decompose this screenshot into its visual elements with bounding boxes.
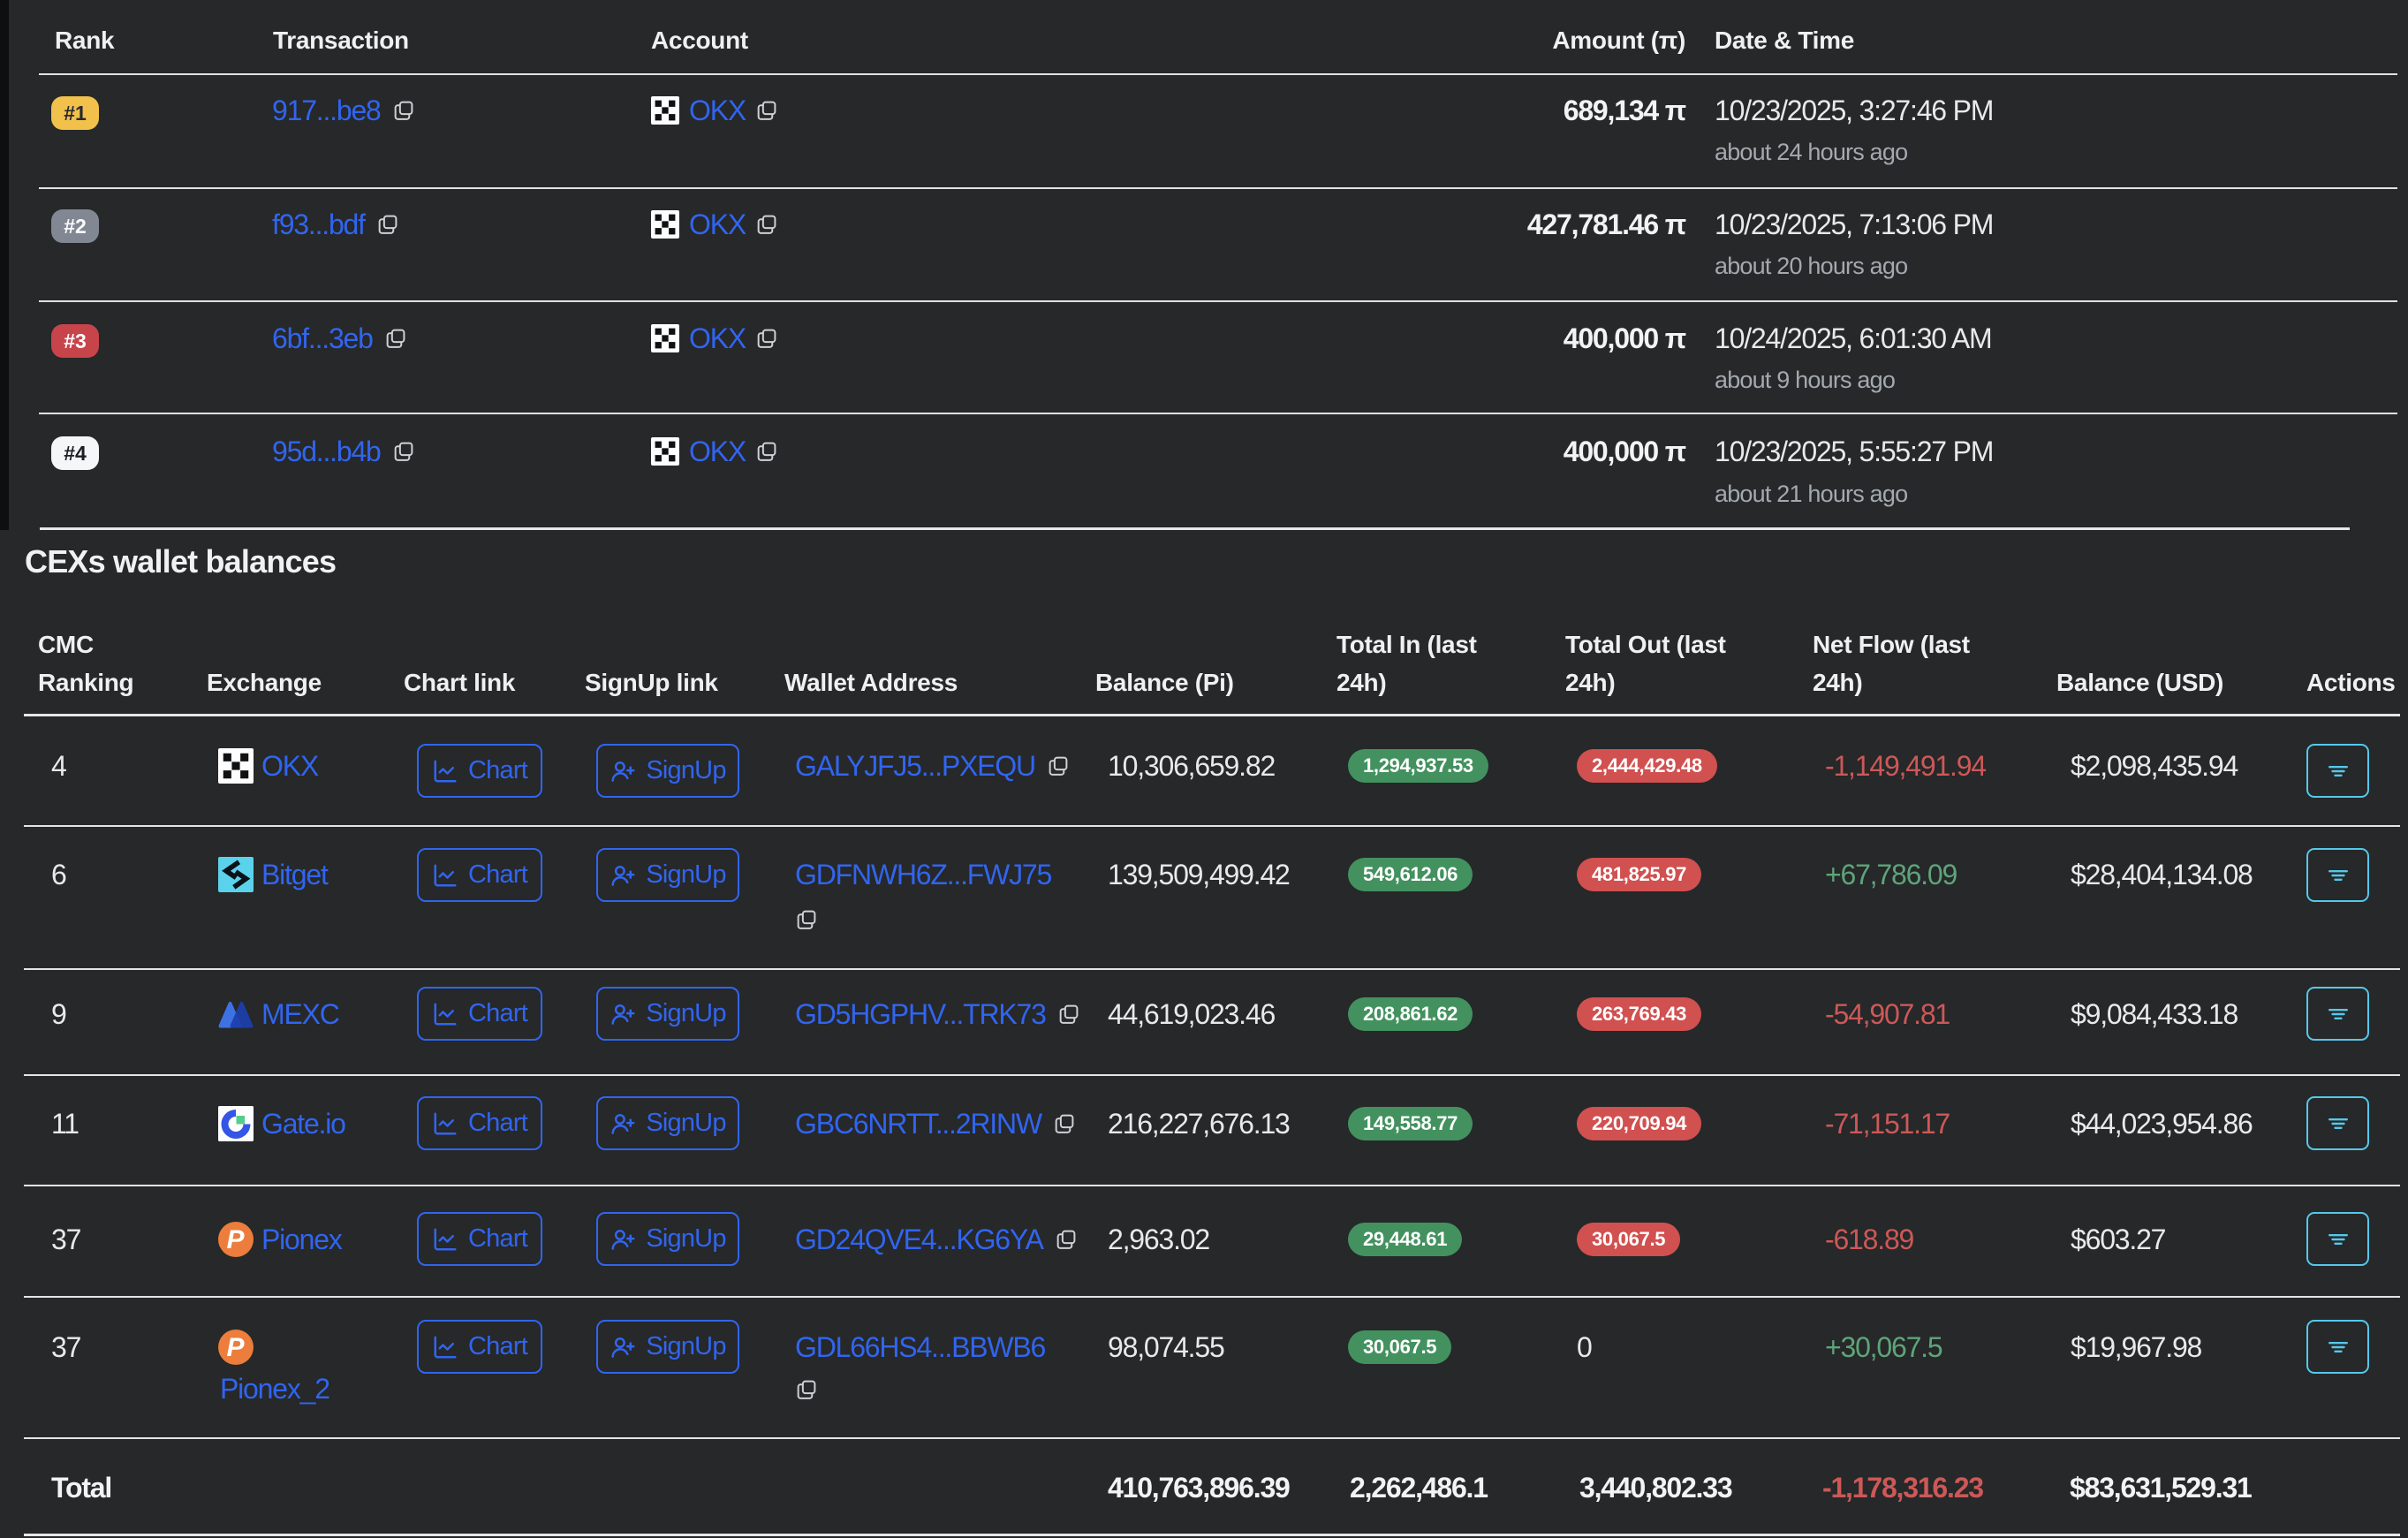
- svg-text:P: P: [227, 1225, 246, 1254]
- svg-text:P: P: [227, 1333, 246, 1362]
